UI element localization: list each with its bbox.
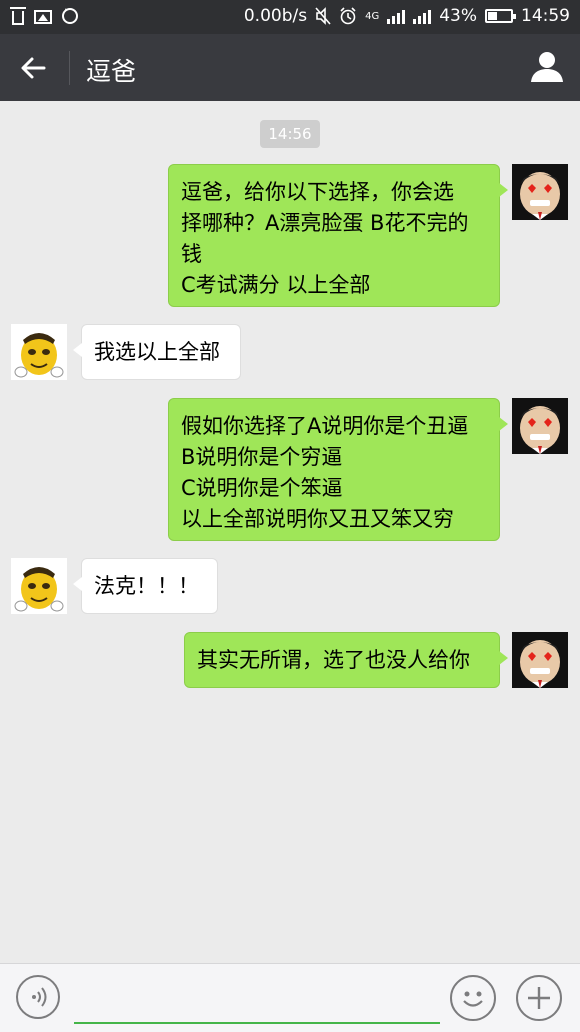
emoji-icon <box>463 991 483 1007</box>
chat-title: 逗爸 <box>86 57 137 86</box>
received-message-bubble[interactable]: 我选以上全部 <box>73 324 241 380</box>
network-speed: 0.00b/s <box>243 6 308 26</box>
message-line: 假如你选择了A说明你是个丑逼 <box>181 414 469 438</box>
clock: 14:59 <box>521 6 570 26</box>
message-list[interactable]: 14:56 逗爸，给你以下选择，你会选 择哪种？A漂亮脸蛋 B花不完的 钱 C考… <box>0 101 580 963</box>
monkey-avatar[interactable] <box>512 164 568 220</box>
mute-icon <box>315 7 331 25</box>
battery-icon <box>485 9 516 23</box>
chat-header: 逗爸 <box>0 34 580 101</box>
emoji-button[interactable] <box>450 975 496 1021</box>
sent-message-bubble[interactable]: 假如你选择了A说明你是个丑逼 B说明你是个穷逼 C说明你是个笨逼 以上全部说明你… <box>168 398 508 541</box>
yellow-face-avatar[interactable] <box>11 324 67 380</box>
more-functions-button[interactable] <box>516 975 562 1021</box>
message-line: 以上全部说明你又丑又笨又穷 <box>181 507 454 531</box>
monkey-avatar[interactable] <box>512 398 568 454</box>
title-divider <box>69 51 70 85</box>
trash-icon <box>10 7 26 25</box>
yellow-face-avatar[interactable] <box>11 558 67 614</box>
sent-message-bubble[interactable]: 逗爸，给你以下选择，你会选 择哪种？A漂亮脸蛋 B花不完的 钱 C考试满分 以上… <box>168 164 508 307</box>
message-line: 择哪种？A漂亮脸蛋 B花不完的 <box>181 211 469 235</box>
alarm-icon <box>340 7 356 25</box>
message-input[interactable] <box>74 976 440 1024</box>
back-button[interactable] <box>12 46 56 90</box>
monkey-avatar[interactable] <box>512 632 568 688</box>
sent-message-bubble[interactable]: 其实无所谓，选了也没人给你 <box>184 632 508 688</box>
person-icon <box>531 52 563 82</box>
status-bar: 0.00b/s 4G 43% 14:59 <box>0 0 580 34</box>
message-line: B说明你是个穷逼 <box>181 445 343 469</box>
arrow-left-icon <box>21 57 46 79</box>
message-line: C考试满分 以上全部 <box>181 273 371 297</box>
signal-icon <box>387 8 406 24</box>
message-timestamp: 14:56 <box>260 120 320 148</box>
message-line: C说明你是个笨逼 <box>181 476 343 500</box>
more-notifications-icon <box>62 3 78 24</box>
signal-icon-2 <box>413 8 432 24</box>
voice-icon <box>32 987 47 1007</box>
input-bar <box>0 963 580 1032</box>
image-icon <box>34 10 52 24</box>
message-line: 法克！！！ <box>94 574 199 598</box>
network-type: 4G <box>365 10 380 22</box>
message-line: 我选以上全部 <box>94 340 220 364</box>
battery-percent: 43% <box>439 6 477 26</box>
plus-icon <box>528 987 550 1009</box>
message-line: 逗爸，给你以下选择，你会选 <box>181 180 454 204</box>
message-line: 钱 <box>181 242 202 266</box>
received-message-bubble[interactable]: 法克！！！ <box>73 558 218 614</box>
voice-button[interactable] <box>16 975 60 1019</box>
message-line: 其实无所谓，选了也没人给你 <box>197 648 470 672</box>
chat-info-button[interactable] <box>528 48 566 86</box>
